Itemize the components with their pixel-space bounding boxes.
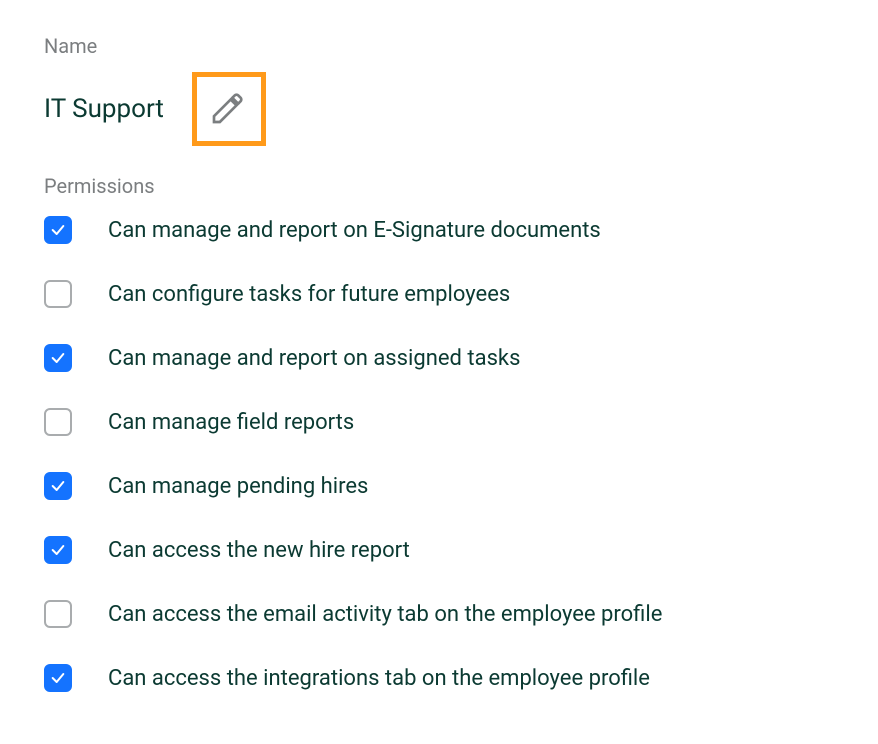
permission-label: Can manage and report on assigned tasks	[108, 346, 520, 371]
permission-label: Can manage pending hires	[108, 474, 368, 499]
permission-label: Can manage and report on E-Signature doc…	[108, 218, 601, 243]
permission-row: Can access the integrations tab on the e…	[44, 664, 834, 692]
permission-checkbox[interactable]	[44, 664, 72, 692]
permission-label: Can access the integrations tab on the e…	[108, 666, 650, 691]
pencil-icon	[209, 87, 249, 131]
permission-row: Can manage and report on E-Signature doc…	[44, 216, 834, 244]
permission-checkbox[interactable]	[44, 408, 72, 436]
permission-label: Can configure tasks for future employees	[108, 282, 510, 307]
permission-checkbox[interactable]	[44, 472, 72, 500]
permissions-list: Can manage and report on E-Signature doc…	[44, 216, 834, 692]
permission-label: Can manage field reports	[108, 410, 354, 435]
permission-row: Can manage pending hires	[44, 472, 834, 500]
permission-row: Can configure tasks for future employees	[44, 280, 834, 308]
edit-name-button[interactable]	[192, 72, 266, 146]
permission-checkbox[interactable]	[44, 600, 72, 628]
permissions-field-label: Permissions	[44, 174, 834, 198]
permission-row: Can access the email activity tab on the…	[44, 600, 834, 628]
name-value: IT Support	[44, 94, 164, 124]
name-field-label: Name	[44, 34, 834, 58]
permission-row: Can manage field reports	[44, 408, 834, 436]
permission-checkbox[interactable]	[44, 280, 72, 308]
permission-checkbox[interactable]	[44, 536, 72, 564]
permission-row: Can access the new hire report	[44, 536, 834, 564]
permission-row: Can manage and report on assigned tasks	[44, 344, 834, 372]
permission-checkbox[interactable]	[44, 216, 72, 244]
name-row: IT Support	[44, 72, 834, 146]
permission-label: Can access the email activity tab on the…	[108, 602, 662, 627]
permission-label: Can access the new hire report	[108, 538, 410, 563]
permission-checkbox[interactable]	[44, 344, 72, 372]
